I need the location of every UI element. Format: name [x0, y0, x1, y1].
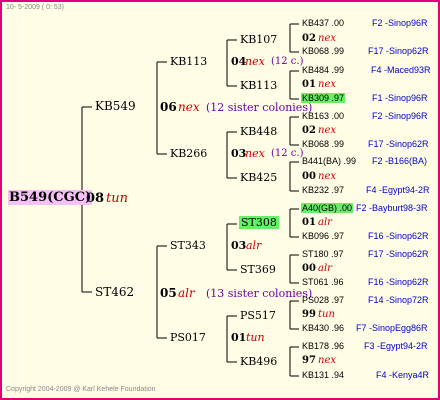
- gen3-name[interactable]: ST308: [239, 216, 279, 229]
- gen1-colony: alr: [178, 286, 195, 300]
- gen4-name[interactable]: ST180 .97: [302, 249, 344, 259]
- gen4-name[interactable]: A40(GB) .00: [301, 203, 354, 213]
- gen2-num: 01: [231, 331, 247, 344]
- gen3-name[interactable]: KB496: [240, 355, 277, 368]
- gen4-ref: F1 -Sinop96R: [372, 93, 428, 103]
- gen3-colony: nex: [318, 33, 336, 44]
- gen4-name[interactable]: KB430 .96: [302, 323, 344, 333]
- gen4-ref: F7 -SinopEgg86R: [356, 323, 428, 333]
- gen3-name[interactable]: KB425: [240, 171, 277, 184]
- gen4-name[interactable]: KB068 .99: [302, 139, 344, 149]
- gen3-colony: tun: [318, 309, 335, 320]
- gen3-name[interactable]: PS517: [240, 309, 276, 322]
- gen4-name[interactable]: KB163 .00: [302, 111, 344, 121]
- gen3-num: 99: [302, 309, 316, 320]
- gen2-name[interactable]: PS017: [170, 331, 206, 344]
- root-name[interactable]: B549(CGC): [8, 190, 93, 205]
- gen3-colony: alr: [318, 217, 332, 228]
- gen4-name[interactable]: KB131 .94: [302, 370, 344, 380]
- gen3-num: 02: [302, 125, 316, 136]
- gen3-num: 01: [302, 79, 316, 90]
- gen2-num: 03: [231, 239, 247, 252]
- gen3-name[interactable]: ST369: [240, 263, 276, 276]
- gen4-ref: F2 -Bayburt98-3R: [356, 203, 428, 213]
- gen4-ref: F17 -Sinop62R: [368, 249, 429, 259]
- gen4-ref: F14 -Sinop72R: [368, 295, 429, 305]
- gen2-colony: tun: [246, 331, 265, 344]
- gen3-num: 02: [302, 33, 316, 44]
- gen3-name[interactable]: KB113: [240, 79, 277, 92]
- root-colony: tun: [106, 191, 128, 206]
- gen4-ref: F4 -Maced93R: [371, 65, 431, 75]
- gen3-name[interactable]: KB448: [240, 125, 277, 138]
- gen3-colony: nex: [318, 171, 336, 182]
- gen1-name[interactable]: ST462: [95, 285, 134, 299]
- gen4-name[interactable]: KB309 .97: [301, 93, 346, 103]
- gen4-name[interactable]: KB232 .97: [302, 185, 344, 195]
- gen2-name[interactable]: KB266: [170, 147, 207, 160]
- gen4-ref: F2 -Sinop96R: [372, 18, 428, 28]
- gen3-colony: nex: [318, 355, 336, 366]
- gen1-num: 05: [160, 286, 177, 300]
- gen1-name[interactable]: KB549: [95, 99, 136, 113]
- gen4-name[interactable]: KB096 .97: [302, 231, 344, 241]
- gen4-name[interactable]: KB178 .96: [302, 341, 344, 351]
- gen1-colony: nex: [178, 100, 200, 114]
- root-num: 08: [86, 191, 105, 206]
- gen4-ref: F17 -Sinop62R: [368, 46, 429, 56]
- gen3-num: 97: [302, 355, 316, 366]
- gen4-name[interactable]: KB068 .99: [302, 46, 344, 56]
- gen4-ref: F4 -Egypt94-2R: [366, 185, 430, 195]
- gen4-ref: F16 -Sinop62R: [368, 277, 429, 287]
- gen4-ref: F2 -B166(BA): [372, 156, 428, 166]
- gen4-ref: F16 -Sinop62R: [368, 231, 429, 241]
- gen1-note: (12 sister colonies): [206, 101, 313, 114]
- gen3-num: 01: [302, 217, 316, 228]
- gen4-name[interactable]: B441(BA) .99: [302, 156, 356, 166]
- gen2-note: (12 c.): [271, 56, 304, 67]
- gen4-ref: F2 -Sinop96R: [372, 111, 428, 121]
- gen4-name[interactable]: ST061 .96: [302, 277, 344, 287]
- gen4-name[interactable]: KB484 .99: [302, 65, 344, 75]
- gen3-colony: alr: [318, 263, 332, 274]
- gen2-note: (12 c.): [271, 148, 304, 159]
- gen2-colony: nex: [245, 147, 265, 160]
- gen3-name[interactable]: KB107: [240, 33, 277, 46]
- pedigree-frame: 10- 5-2009 ( 0: 53) Copyright 2004-2009 …: [0, 0, 440, 400]
- gen2-colony: nex: [245, 55, 265, 68]
- print-date: 10- 5-2009 ( 0: 53): [6, 4, 64, 11]
- gen3-colony: nex: [318, 79, 336, 90]
- gen2-colony: alr: [246, 239, 262, 252]
- gen1-note: (13 sister colonies): [206, 287, 313, 300]
- gen3-colony: nex: [318, 125, 336, 136]
- gen2-name[interactable]: ST343: [170, 239, 206, 252]
- gen4-name[interactable]: KB437 .00: [302, 18, 344, 28]
- gen3-num: 00: [302, 263, 316, 274]
- gen4-ref: F4 -Kenya4R: [376, 370, 430, 380]
- gen4-ref: F17 -Sinop62R: [368, 139, 429, 149]
- gen4-name[interactable]: PS028 .97: [302, 295, 344, 305]
- gen4-ref: F3 -Egypt94-2R: [364, 341, 428, 351]
- copyright: Copyright 2004-2009 @ Karl Kehele Founda…: [6, 386, 156, 393]
- gen1-num: 06: [160, 100, 177, 114]
- gen2-name[interactable]: KB113: [170, 55, 207, 68]
- gen3-num: 00: [302, 171, 316, 182]
